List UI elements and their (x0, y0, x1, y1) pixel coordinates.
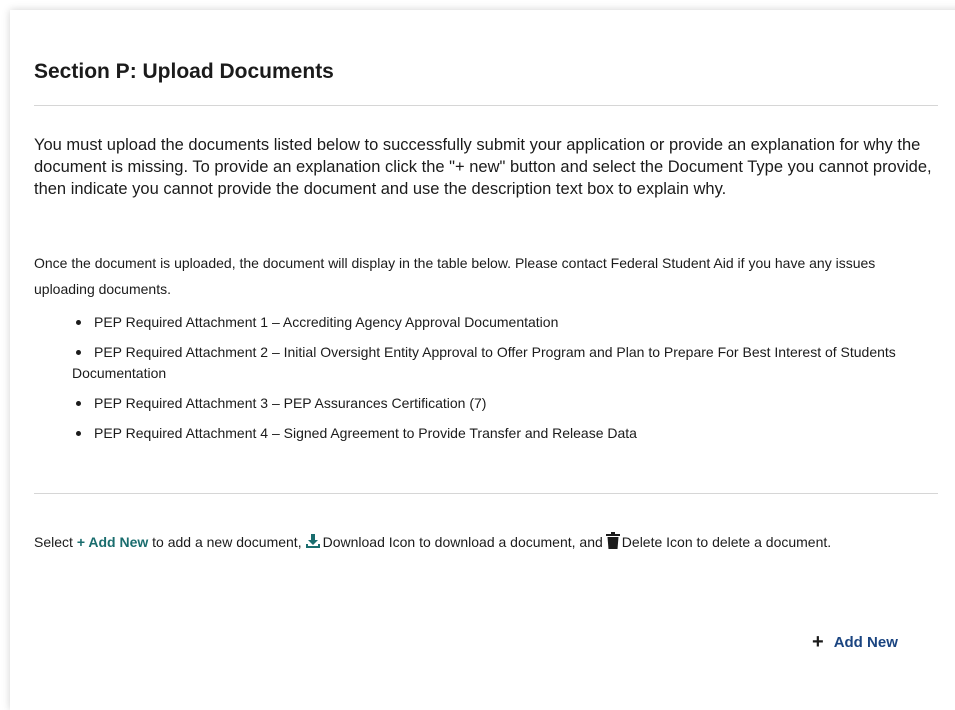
list-item-text: PEP Required Attachment 1 – Accrediting … (94, 314, 559, 330)
bullet-icon (76, 401, 81, 406)
title-divider (34, 105, 938, 106)
list-divider (34, 493, 938, 494)
bullet-icon (76, 350, 81, 355)
add-new-label: Add New (833, 633, 898, 651)
intro-paragraph: You must upload the documents listed bel… (34, 136, 932, 198)
list-item-text: PEP Required Attachment 3 – PEP Assuranc… (94, 395, 487, 411)
upload-note: Once the document is uploaded, the docum… (34, 255, 876, 297)
bullet-icon (76, 431, 81, 436)
required-attachments-list: PEP Required Attachment 1 – Accrediting … (72, 312, 938, 453)
trash-icon (605, 532, 620, 556)
list-item: PEP Required Attachment 4 – Signed Agree… (72, 423, 938, 444)
list-item-text: PEP Required Attachment 4 – Signed Agree… (94, 425, 637, 441)
inline-add-new-label: Add New (88, 534, 149, 550)
list-item: PEP Required Attachment 3 – PEP Assuranc… (72, 393, 938, 414)
section-title: Section P: Upload Documents (34, 60, 334, 83)
instructions-part2: to add a new document, (152, 534, 302, 550)
list-item: PEP Required Attachment 2 – Initial Over… (72, 342, 938, 384)
bullet-icon (76, 320, 81, 325)
download-icon (305, 532, 321, 556)
add-new-button[interactable]: + Add New (812, 632, 898, 652)
instructions-download-text: Download Icon to download a document, an… (322, 534, 603, 550)
plus-icon: + (812, 631, 824, 653)
instructions-delete-text: Delete Icon to delete a document. (621, 534, 832, 550)
list-item-text: PEP Required Attachment 2 – Initial Over… (72, 344, 896, 381)
inline-add-new: + Add New (77, 534, 148, 550)
list-item: PEP Required Attachment 1 – Accrediting … (72, 312, 938, 333)
inline-plus: + (76, 534, 85, 550)
instructions-select: Select (34, 534, 73, 550)
instructions-text: Select + Add New to add a new document, D… (34, 530, 938, 556)
